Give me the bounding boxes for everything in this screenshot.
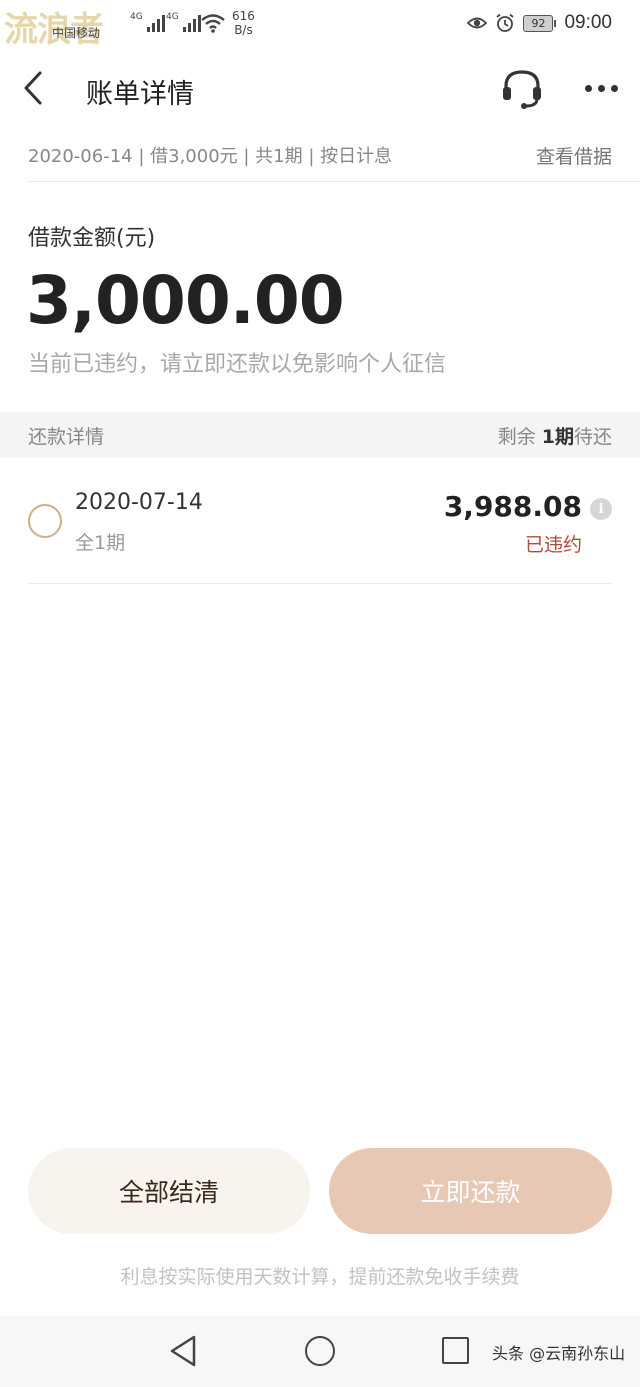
- amount-label: 借款金额(元): [28, 226, 156, 251]
- repay-section-header: 还款详情 剩余 1期待还: [0, 412, 640, 458]
- repay-date: 2020-07-14: [75, 490, 203, 515]
- alarm-icon: [496, 13, 515, 32]
- speed-value: 616: [232, 9, 255, 23]
- view-receipt-link[interactable]: 查看借据: [536, 142, 612, 169]
- back-button[interactable]: [22, 68, 58, 108]
- repay-period: 全1期: [75, 532, 126, 554]
- repay-now-button[interactable]: 立即还款: [329, 1148, 612, 1234]
- more-button[interactable]: [578, 70, 624, 106]
- info-icon[interactable]: i: [590, 498, 612, 520]
- status-bar: 流浪者 中国移动 4G 4G 616 B/s 92 09:00: [0, 0, 640, 50]
- nav-recent-icon[interactable]: [442, 1337, 469, 1364]
- headset-icon: [503, 70, 541, 109]
- customer-service-button[interactable]: [498, 64, 546, 112]
- wifi-icon: [201, 14, 225, 33]
- section-title: 还款详情: [28, 425, 105, 448]
- loan-info: 2020-06-14 | 借3,000元 | 共1期 | 按日计息 查看借据: [28, 140, 612, 170]
- amount-value: 3,000.00: [26, 262, 345, 339]
- remaining-suffix: 待还: [573, 425, 612, 448]
- remaining-periods: 剩余 1期待还: [498, 422, 612, 449]
- divider: [28, 583, 612, 584]
- overdue-warning: 当前已违约，请立即还款以免影响个人征信: [28, 352, 447, 377]
- remaining-count: 1期: [541, 425, 574, 448]
- page-title: 账单详情: [86, 79, 194, 110]
- speed-unit: B/s: [234, 23, 253, 37]
- select-radio[interactable]: [28, 504, 62, 538]
- nav-home-icon[interactable]: [305, 1336, 335, 1366]
- fee-footnote: 利息按实际使用天数计算，提前还款免收手续费: [120, 1266, 520, 1288]
- network-speed: 616 B/s: [232, 9, 255, 37]
- signal-icon: 4G: [130, 12, 165, 32]
- more-dots-icon: [584, 84, 592, 92]
- header: 账单详情: [0, 56, 640, 120]
- settle-all-button[interactable]: 全部结清: [28, 1148, 310, 1234]
- chevron-left-icon: [24, 71, 42, 105]
- carrier-label: 中国移动: [52, 26, 101, 40]
- repay-amount: 3,988.08: [443, 490, 582, 523]
- nav-back-icon[interactable]: [168, 1334, 198, 1368]
- system-nav-bar: 头条 @云南孙东山: [0, 1316, 640, 1387]
- network-tag-2: 4G: [166, 12, 179, 22]
- battery-level: 92: [523, 14, 554, 32]
- signal-icon-2: 4G: [166, 12, 201, 32]
- clock: 09:00: [564, 12, 612, 33]
- remaining-prefix: 剩余: [497, 425, 542, 448]
- eye-icon: [467, 17, 488, 29]
- loan-summary: 2020-06-14 | 借3,000元 | 共1期 | 按日计息: [28, 146, 393, 167]
- overdue-status: 已违约: [524, 534, 582, 556]
- repay-item[interactable]: 2020-07-14 全1期 3,988.08 i 已违约: [0, 458, 640, 584]
- network-tag: 4G: [130, 12, 143, 22]
- divider: [28, 181, 640, 182]
- battery-icon: 92: [523, 14, 557, 32]
- source-credit: 头条 @云南孙东山: [492, 1344, 626, 1363]
- status-right: 92 09:00: [467, 10, 612, 36]
